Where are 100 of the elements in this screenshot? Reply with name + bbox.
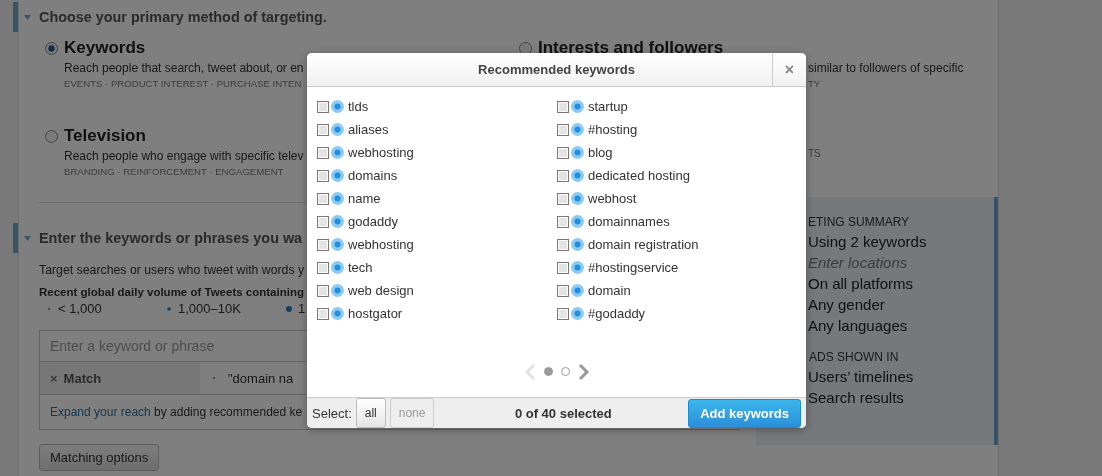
summary-item: Enter locations (807, 254, 909, 271)
keyword-label[interactable]: name (348, 191, 381, 207)
legend-label: 1,000–10K (178, 301, 241, 316)
volume-dot-icon (571, 123, 584, 137)
checkbox[interactable] (557, 261, 569, 274)
checkbox[interactable] (557, 284, 569, 297)
checkbox[interactable] (557, 238, 569, 251)
summary-item: Using 2 keywords (807, 233, 928, 250)
keyword-label[interactable]: startup (588, 99, 628, 115)
checkbox[interactable] (317, 192, 329, 205)
volume-dot-icon (571, 284, 584, 298)
keyword-label[interactable]: webhosting (348, 145, 414, 161)
section-heading: Choose your primary method of targeting. (39, 9, 327, 25)
checkbox[interactable] (557, 169, 569, 182)
checkbox[interactable] (317, 215, 329, 228)
keyword-label[interactable]: aliases (348, 122, 389, 138)
checkbox[interactable] (557, 146, 569, 159)
method-description: Reach people who engage with specific telev (64, 149, 304, 163)
checkbox[interactable] (317, 284, 329, 297)
checkbox[interactable] (557, 192, 569, 205)
volume-dot-icon (331, 123, 344, 137)
keyword-label[interactable]: webhost (588, 191, 637, 207)
page-dot-icon[interactable] (543, 367, 553, 377)
checkbox[interactable] (317, 307, 329, 320)
checkbox[interactable] (317, 146, 329, 159)
section-heading: Enter the keywords or phrases you wa (39, 230, 303, 246)
legend-label: < 1,000 (58, 301, 102, 316)
summary-item: Users’ timelines (808, 368, 914, 385)
keyword-label[interactable]: web design (348, 283, 414, 299)
volume-heading: Recent global daily volume of Tweets containing (39, 286, 304, 298)
method-title: Television (64, 126, 146, 146)
keyword-label[interactable]: tlds (348, 99, 369, 115)
method-description: similar to followers of specific (808, 61, 964, 75)
checkbox[interactable] (317, 123, 329, 136)
keyword-label[interactable]: #hostingservice (588, 260, 679, 276)
keyword-label[interactable]: domain registration (588, 237, 699, 253)
legend-label: 1 (298, 301, 306, 316)
volume-dot-icon (331, 261, 344, 275)
checkbox[interactable] (557, 307, 569, 320)
volume-dot-icon (331, 284, 344, 298)
volume-dot-icon (210, 374, 218, 382)
summary-item: Any languages (807, 317, 909, 334)
checkbox[interactable] (317, 261, 329, 274)
method-tags: TY (808, 78, 821, 89)
method-tags: BRANDING · REINFORCEMENT · ENGAGEMENT (64, 166, 284, 177)
checkbox[interactable] (317, 169, 329, 182)
volume-dot-icon (571, 215, 584, 229)
select-button[interactable]: all (355, 398, 386, 428)
summary-item: On all platforms (807, 275, 915, 292)
checkbox[interactable] (317, 100, 329, 113)
method-title: Keywords (64, 38, 146, 58)
keyword-label[interactable]: domains (348, 168, 398, 184)
volume-dot-icon (331, 169, 344, 183)
selection-count: 0 of 40 selected (513, 405, 613, 421)
volume-dot-icon (285, 304, 293, 313)
radio-button[interactable] (45, 42, 58, 55)
volume-dot-icon (571, 261, 584, 275)
keyword-label[interactable]: #godaddy (588, 306, 646, 322)
radio-button[interactable] (519, 42, 532, 55)
select-label: Select: (312, 405, 352, 421)
volume-dot-icon (571, 169, 584, 183)
summary-item: Search results (808, 389, 904, 406)
keyword-label[interactable]: #hosting (588, 122, 638, 138)
volume-dot-icon (331, 100, 344, 114)
method-title: Interests and followers (538, 38, 724, 58)
keyword-label[interactable]: blog (588, 145, 613, 161)
radio-button[interactable] (45, 130, 58, 143)
method-tags: TS (808, 148, 821, 190)
keyword-text: "domain na (228, 370, 294, 386)
volume-dot-icon (571, 192, 584, 206)
volume-dot-icon (571, 307, 584, 321)
keyword-label[interactable]: webhosting (348, 237, 414, 253)
keyword-label[interactable]: godaddy (348, 214, 398, 230)
volume-dot-icon (331, 238, 344, 252)
volume-dot-icon (571, 100, 584, 114)
volume-dot-icon (571, 146, 584, 160)
checkbox[interactable] (557, 100, 569, 113)
keyword-label[interactable]: domain (588, 283, 631, 299)
matching-options-button[interactable]: Matching options (39, 444, 160, 471)
intro-text: Target searches or users who tweet with words y (39, 263, 305, 277)
volume-dot-icon (331, 307, 344, 321)
volume-dot-icon (571, 238, 584, 252)
checkbox[interactable] (557, 123, 569, 136)
volume-dot-icon (165, 304, 173, 313)
keyword-label[interactable]: domainnames (588, 214, 670, 230)
checkbox[interactable] (557, 215, 569, 228)
keyword-label[interactable]: hostgator (348, 306, 403, 322)
volume-dot-icon (331, 215, 344, 229)
match-label: Match (63, 370, 102, 386)
checkbox[interactable] (317, 238, 329, 251)
keyword-label[interactable]: tech (348, 260, 373, 276)
summary-heading: ETING SUMMARY (807, 215, 911, 229)
volume-dot-icon (331, 192, 344, 206)
dialog-title: Recommended keywords (477, 61, 636, 80)
summary-item: Any gender (807, 296, 886, 313)
page-dot-icon[interactable] (560, 367, 570, 377)
keyword-label[interactable]: dedicated hosting (588, 168, 690, 184)
summary-heading: ADS SHOWN IN (808, 350, 900, 364)
method-tags: EVENTS · PRODUCT INTEREST · PURCHASE INTEN (64, 78, 302, 89)
volume-dot-icon (331, 146, 344, 160)
